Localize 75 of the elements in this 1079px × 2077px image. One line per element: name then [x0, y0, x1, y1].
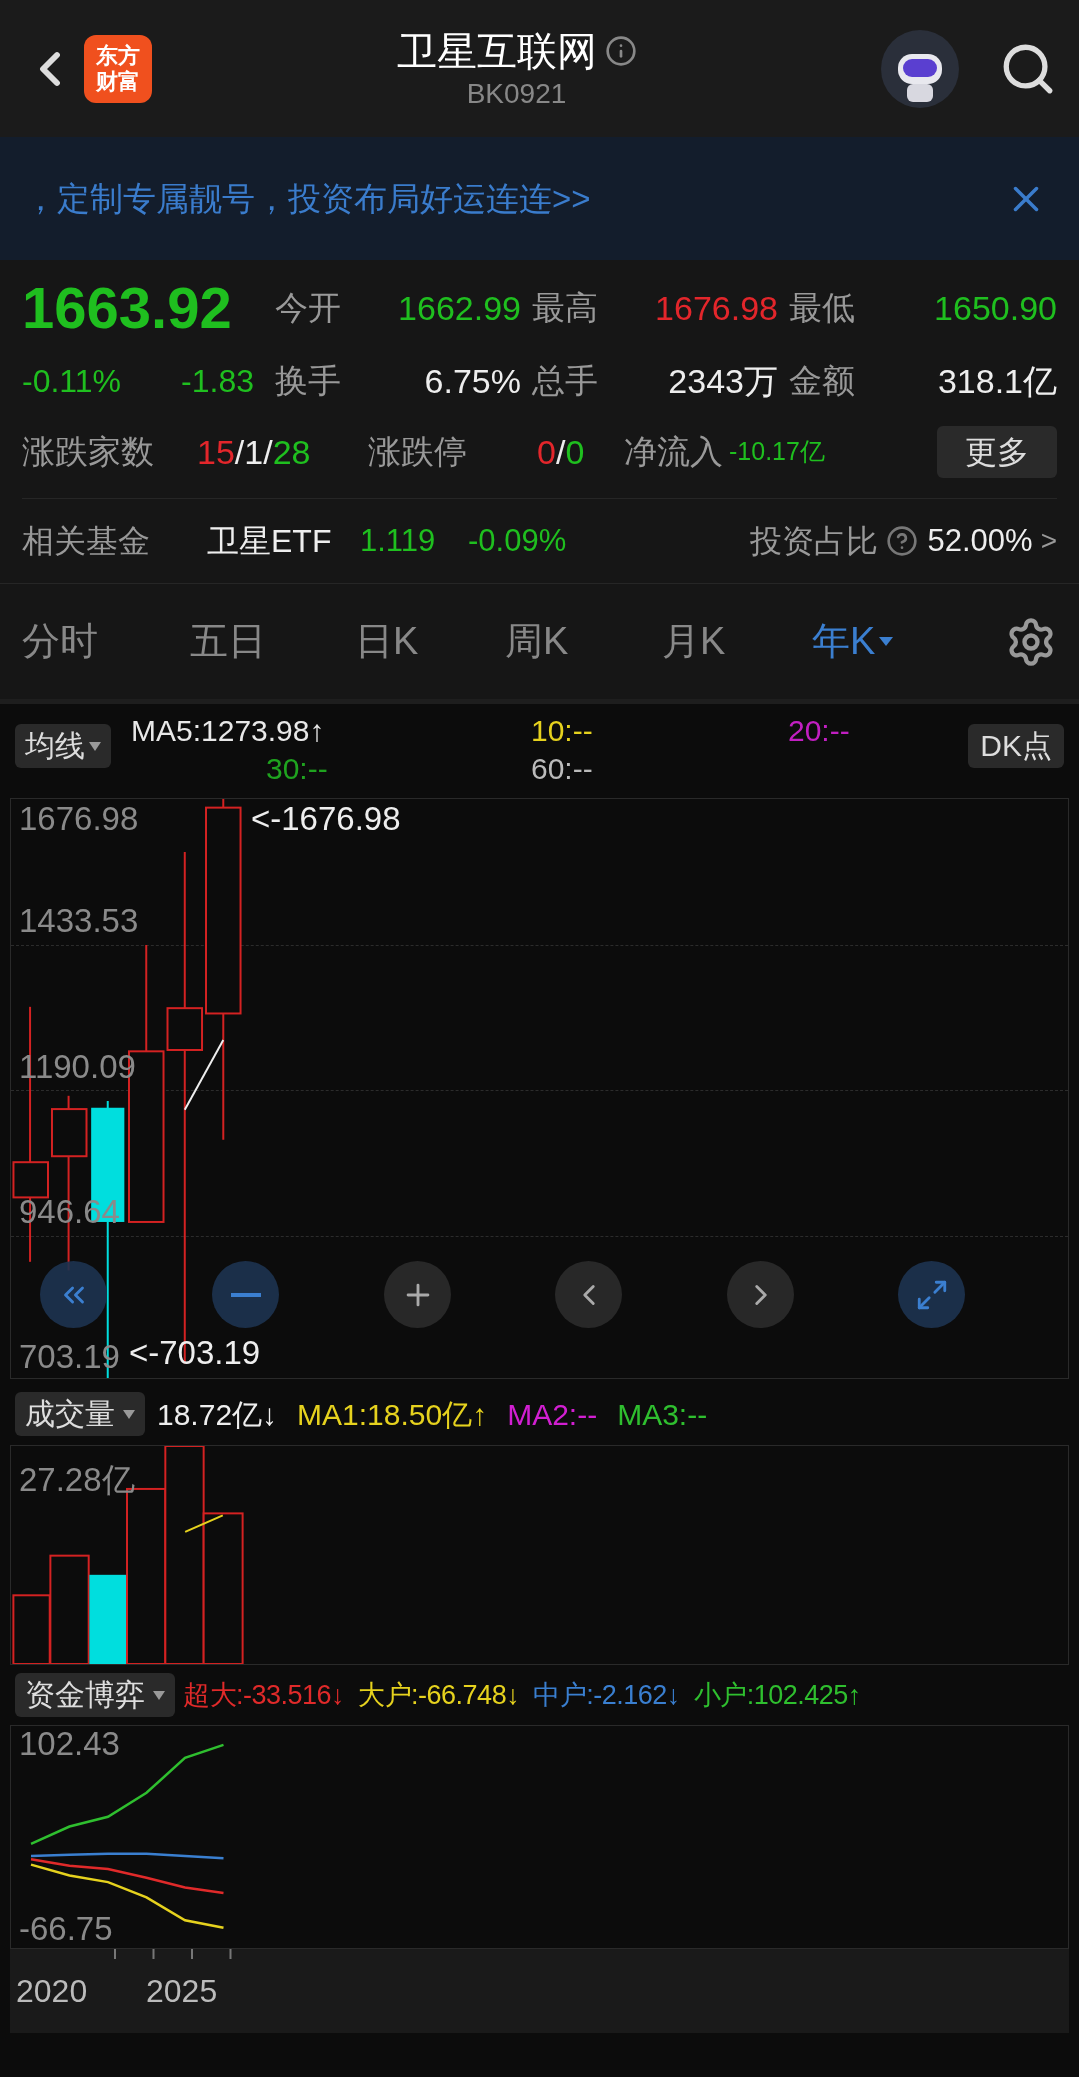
ratio-label: 投资占比 — [749, 522, 878, 561]
stat-value: 1650.90 — [934, 287, 1057, 329]
period-tab[interactable]: 月K — [662, 613, 726, 670]
promo-banner[interactable]: ，定制专属靓号，投资布局好运连连>> — [0, 137, 1079, 260]
stat-value: 15/1/28 — [197, 431, 312, 473]
period-tab[interactable]: 年K — [812, 613, 894, 670]
stat-label: 涨跌停 — [368, 432, 468, 473]
period-tab[interactable]: 五日 — [190, 613, 266, 670]
app-logo: 东方 财富 — [84, 34, 152, 103]
ma-value: MA5:1273.98↑ — [131, 713, 326, 749]
ma-value: 20:-- — [788, 713, 850, 749]
ma-line — [184, 1514, 224, 1533]
stat-label: 换手 — [275, 361, 341, 402]
period-tab[interactable]: 周K — [505, 613, 569, 670]
volume-legend: 18.72亿↓ — [157, 1391, 278, 1437]
minus-icon — [230, 1292, 261, 1297]
axis-label: 102.43 — [19, 1726, 120, 1763]
board-code: BK0921 — [466, 76, 567, 111]
period-tab[interactable]: 日K — [355, 613, 419, 670]
current-price: 1663.92 — [22, 274, 233, 342]
fund-change: -0.09% — [468, 521, 567, 560]
change-value: -1.83 — [181, 362, 254, 401]
year-label: 2025 — [146, 1972, 218, 2011]
stat-value: 1662.99 — [398, 287, 521, 329]
volume-legend: MA1:18.50亿↑ — [297, 1391, 488, 1437]
volume-legend: MA2:-- — [507, 1391, 598, 1437]
axis-label: 1433.53 — [19, 903, 139, 940]
caret-icon — [123, 1409, 135, 1419]
fund-label: 相关基金 — [22, 522, 151, 561]
ma-line — [183, 1039, 225, 1111]
axis-label: 1676.98 — [19, 801, 139, 837]
stat-value: 0/0 — [537, 431, 586, 473]
axis-label: 27.28亿 — [19, 1462, 135, 1498]
banner-text[interactable]: ，定制专属靓号，投资布局好运连连>> — [24, 173, 591, 224]
flow-legend: 超大:-33.516↓ — [183, 1674, 345, 1716]
period-tab[interactable]: 分时 — [22, 613, 98, 670]
year-label: 2020 — [16, 1972, 88, 2011]
caret-icon — [879, 636, 894, 647]
stat-value: 318.1亿 — [937, 360, 1057, 402]
flow-legend: 小户:102.425↑ — [693, 1674, 861, 1716]
volume-legend: MA3:-- — [617, 1391, 708, 1437]
stat-value: 1676.98 — [655, 287, 778, 329]
stat-label: 总手 — [532, 361, 598, 402]
ratio-value: 52.00% — [927, 521, 1033, 560]
stat-label: 最低 — [789, 288, 855, 329]
more-button[interactable]: 更多 — [937, 426, 1057, 478]
ma-value: 10:-- — [531, 713, 594, 749]
dk-button[interactable]: DK点 — [968, 724, 1064, 768]
stat-value: -10.17亿 — [729, 436, 825, 468]
stat-value: 2343万 — [668, 360, 778, 402]
page-title: 卫星互联网 — [396, 27, 597, 75]
change-percent: -0.11% — [22, 362, 121, 401]
help-icon[interactable] — [885, 525, 918, 557]
fund-name[interactable]: 卫星ETF — [207, 517, 360, 565]
flow-legend: 中户:-2.162↓ — [533, 1674, 680, 1716]
flow-selector[interactable]: 资金博弈 — [15, 1673, 175, 1717]
caret-icon — [153, 1690, 165, 1700]
flow-legend: 大户:-66.748↓ — [358, 1674, 520, 1716]
stat-label: 涨跌家数 — [22, 432, 155, 473]
fund-price: 1.119 — [360, 521, 437, 560]
stat-label: 净流入 — [624, 432, 723, 473]
stat-value: 6.75% — [424, 360, 521, 402]
chevron-text[interactable]: > — [1040, 520, 1057, 562]
stat-label: 金额 — [789, 361, 855, 402]
stat-label: 今开 — [275, 288, 341, 329]
stat-label: 最高 — [532, 288, 598, 329]
ma-selector[interactable]: 均线 — [15, 724, 111, 768]
high-marker: <-1676.98 — [251, 801, 401, 837]
ma-value: 60:-- — [531, 751, 594, 787]
info-icon[interactable] — [604, 34, 637, 67]
caret-icon — [89, 741, 101, 751]
volume-selector[interactable]: 成交量 — [15, 1392, 145, 1436]
avatar-icon[interactable] — [881, 29, 959, 108]
ma-value: 30:-- — [266, 751, 329, 787]
axis-label: -66.75 — [19, 1910, 113, 1947]
